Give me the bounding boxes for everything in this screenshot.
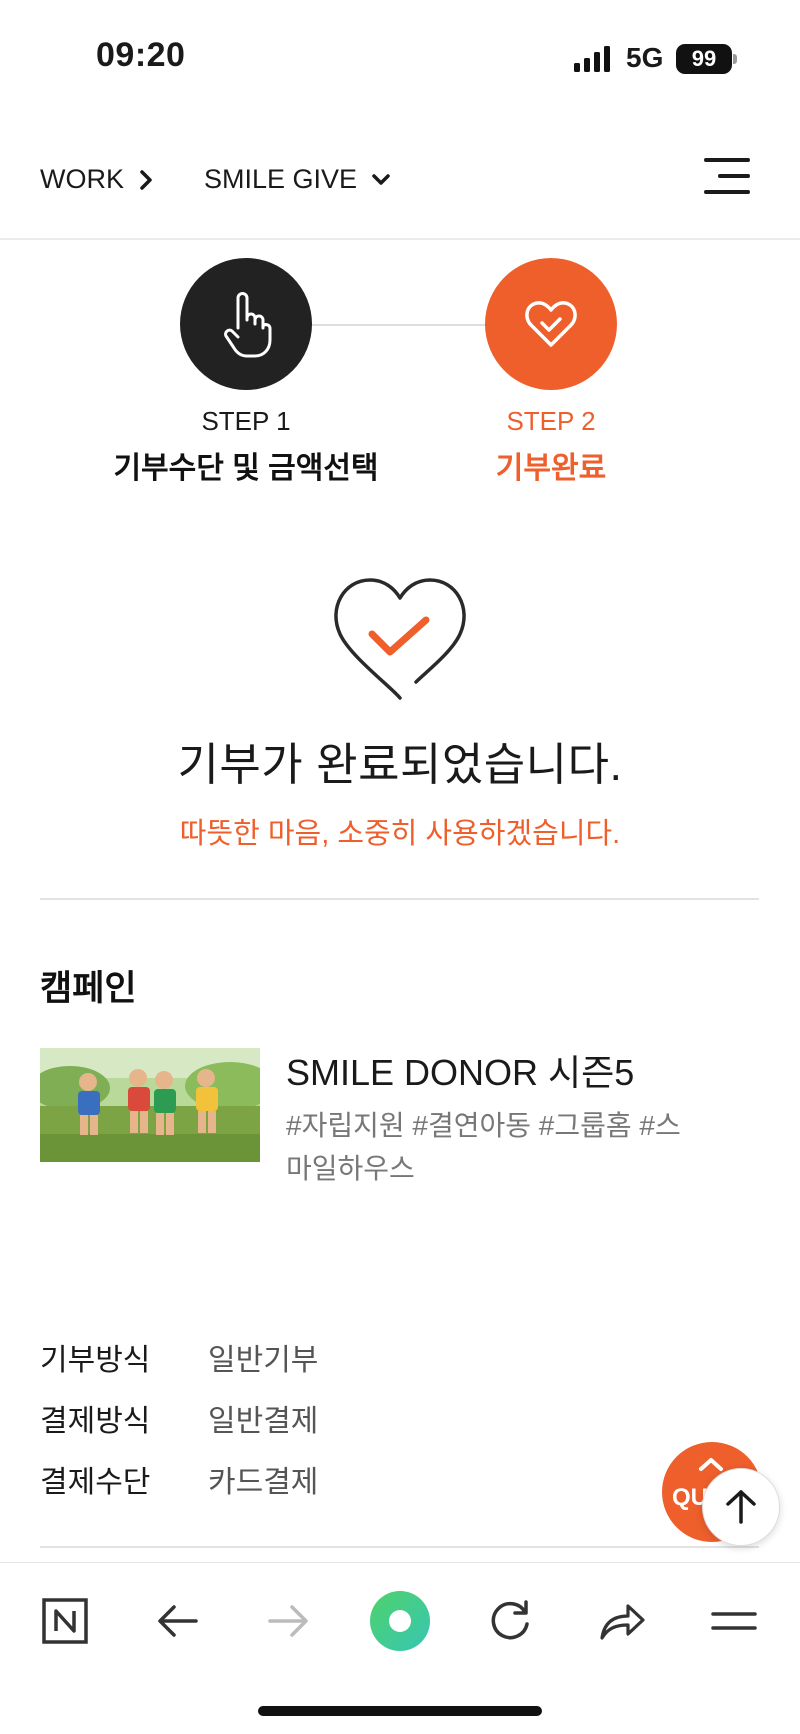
battery-icon: 99: [676, 44, 732, 74]
detail-row: 결제방식 일반결제: [40, 1387, 640, 1448]
refresh-icon: [491, 1600, 529, 1640]
campaign-name[interactable]: SMILE DONOR 시즌5: [286, 1044, 634, 1096]
step-1-circle: [180, 258, 312, 390]
breadcrumb-work[interactable]: WORK: [40, 164, 154, 195]
scroll-top-button[interactable]: [702, 1468, 780, 1546]
battery-cap: [733, 54, 737, 64]
detail-key: 결제방식: [40, 1404, 151, 1438]
detail-key: 결제수단: [40, 1465, 151, 1499]
completion-subtitle: 따뜻한 마음, 소중히 사용하겠습니다.: [179, 818, 621, 850]
divider: [40, 1546, 759, 1548]
step-1: STEP 1 기부수단 및 금액선택: [96, 258, 396, 487]
status-time: 09:20: [96, 36, 186, 74]
share-icon: [600, 1604, 645, 1640]
forward-button[interactable]: [258, 1591, 318, 1651]
step-1-label: STEP 1: [201, 406, 291, 436]
menu-line: [704, 158, 750, 162]
network-label: 5G: [626, 42, 664, 73]
step-1-title: 기부수단 및 금액선택: [113, 452, 379, 485]
heart-check-icon: [525, 301, 577, 347]
breadcrumb-current-label: SMILE GIVE: [204, 164, 358, 194]
forward-arrow-icon: [268, 1605, 308, 1637]
step-2-title: 기부완료: [495, 452, 607, 485]
back-button[interactable]: [148, 1591, 208, 1651]
signal-icon: [574, 46, 610, 72]
naver-home-button[interactable]: [35, 1591, 95, 1651]
campaign-image[interactable]: [40, 1048, 260, 1162]
header: WORK SMILE GIVE: [0, 130, 800, 240]
browser-menu-button[interactable]: [704, 1591, 764, 1651]
step-2-label: STEP 2: [506, 406, 596, 436]
naver-icon: [42, 1598, 88, 1644]
campaign-section-title: 캠페인: [40, 969, 137, 1008]
heart-check-icon: [334, 578, 466, 700]
green-dot-button[interactable]: [366, 1587, 434, 1655]
detail-value: 카드결제: [208, 1465, 319, 1499]
menu-icon: [711, 1612, 757, 1630]
breadcrumb-work-label: WORK: [40, 164, 124, 194]
detail-row: 결제수단 카드결제: [40, 1448, 640, 1509]
chevron-down-icon: [372, 173, 390, 185]
refresh-button[interactable]: [480, 1591, 540, 1651]
chevron-up-icon: [699, 1458, 723, 1471]
detail-key: 기부방식: [40, 1343, 151, 1377]
green-dot-icon: [370, 1591, 430, 1651]
breadcrumb-current[interactable]: SMILE GIVE: [204, 164, 391, 195]
hamburger-menu-button[interactable]: [704, 158, 750, 200]
share-button[interactable]: [592, 1591, 652, 1651]
step-2-circle: [485, 258, 617, 390]
arrow-up-icon: [726, 1490, 756, 1524]
status-bar: 09:20 5G 99: [0, 0, 800, 110]
menu-line: [718, 174, 750, 178]
detail-row: 기부방식 일반기부: [40, 1326, 640, 1387]
chevron-right-icon: [140, 169, 152, 190]
hand-pointer-icon: [224, 292, 272, 358]
donation-steps: STEP 1 기부수단 및 금액선택 STEP 2 기부완료: [0, 258, 800, 498]
step-2: STEP 2 기부완료: [401, 258, 701, 487]
completion-title: 기부가 완료되었습니다.: [177, 739, 623, 790]
back-arrow-icon: [158, 1605, 198, 1637]
detail-value: 일반결제: [208, 1404, 319, 1438]
home-indicator[interactable]: [258, 1706, 542, 1716]
campaign-tags: #자립지원 #결연아동 #그룹홈 #스마일하우스: [286, 1110, 681, 1184]
detail-value: 일반기부: [208, 1343, 319, 1377]
menu-line: [704, 190, 750, 194]
donation-details: 기부방식 일반기부 결제방식 일반결제 결제수단 카드결제: [40, 1326, 640, 1509]
divider: [40, 898, 759, 900]
